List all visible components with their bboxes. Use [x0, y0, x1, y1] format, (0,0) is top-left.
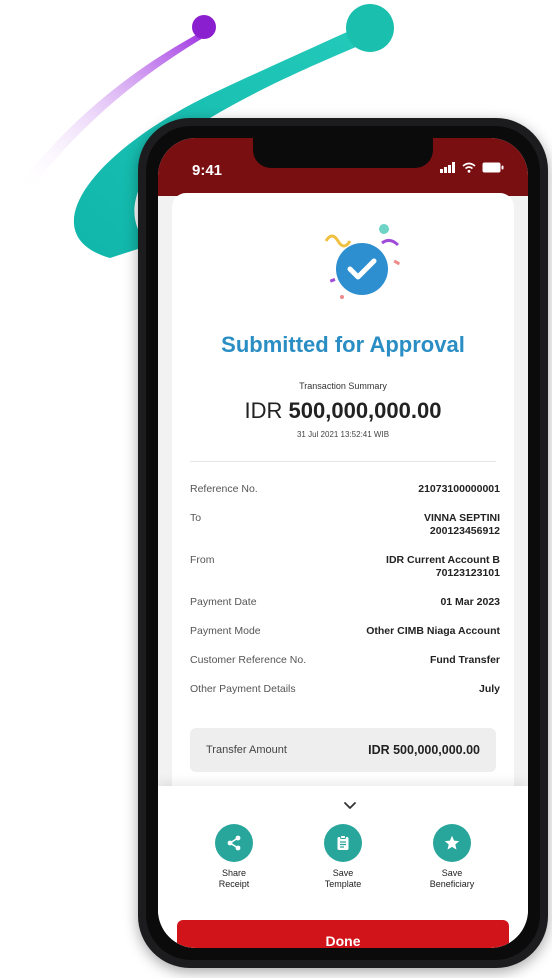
detail-row-reference: Reference No. 21073100000001	[190, 483, 500, 496]
amount-currency: IDR	[244, 398, 283, 423]
detail-row-customer-reference: Customer Reference No. Fund Transfer	[190, 654, 500, 667]
status-bar: 9:41	[158, 138, 528, 196]
share-icon-circle[interactable]	[215, 824, 253, 862]
detail-row-to: To VINNA SEPTINI 200123456912	[190, 512, 500, 538]
wifi-icon	[462, 162, 476, 173]
transaction-datetime: 31 Jul 2021 13:52:41 WIB	[296, 430, 390, 439]
status-title: Submitted for Approval	[221, 332, 465, 357]
action-sheet: Share Receipt Save Template Save Benefic…	[158, 786, 528, 948]
divider	[190, 461, 496, 462]
detail-label: Reference No.	[190, 483, 258, 495]
phone-screen: 9:41 Submitted for Approval Transaction …	[158, 138, 528, 948]
signal-icon	[440, 162, 455, 173]
save-template-label: Save Template	[324, 868, 362, 889]
phone-bezel: 9:41 Submitted for Approval Transaction …	[146, 126, 540, 960]
share-receipt-label: Share Receipt	[218, 868, 250, 889]
detail-rows: Reference No. 21073100000001 To VINNA SE…	[190, 483, 500, 712]
detail-value: Fund Transfer	[429, 654, 500, 666]
detail-label: Customer Reference No.	[190, 654, 307, 666]
save-beneficiary-label: Save Beneficiary	[429, 868, 475, 889]
status-time: 9:41	[192, 162, 223, 179]
detail-row-from: From IDR Current Account B 70123123101	[190, 554, 500, 580]
share-receipt-button[interactable]: Share Receipt	[198, 824, 270, 890]
receipt-card: Submitted for Approval Transaction Summa…	[172, 193, 514, 793]
detail-value: 01 Mar 2023	[440, 596, 500, 608]
amount-value: 500,000,000.00	[288, 398, 442, 423]
detail-value: 21073100000001	[418, 483, 500, 495]
detail-row-payment-date: Payment Date 01 Mar 2023	[190, 596, 500, 609]
detail-value: IDR Current Account B 70123123101	[386, 554, 500, 579]
transfer-amount-label: Transfer Amount	[206, 744, 287, 756]
teal-dot	[346, 4, 394, 52]
chevron-down-icon[interactable]	[342, 798, 358, 814]
clipboard-icon-circle[interactable]	[324, 824, 362, 862]
purple-dot	[192, 15, 216, 39]
star-icon	[444, 835, 460, 850]
detail-value: July	[478, 683, 500, 695]
success-check-icon	[324, 224, 401, 299]
save-beneficiary-button[interactable]: Save Beneficiary	[416, 824, 488, 890]
notch	[253, 138, 433, 168]
star-icon-circle[interactable]	[433, 824, 471, 862]
transaction-amount: IDR 500,000,000.00	[172, 398, 514, 424]
action-buttons: Share Receipt Save Template Save Benefic…	[198, 824, 488, 890]
detail-label: Other Payment Details	[190, 683, 296, 695]
summary-label: Transaction Summary	[299, 381, 387, 391]
done-button[interactable]: Done	[177, 920, 509, 948]
status-icons	[440, 162, 504, 173]
save-template-button[interactable]: Save Template	[307, 824, 379, 890]
detail-label: Payment Date	[190, 596, 257, 608]
detail-label: To	[190, 512, 202, 524]
detail-value: VINNA SEPTINI 200123456912	[423, 512, 500, 537]
detail-label: Payment Mode	[190, 625, 261, 637]
transfer-amount-box: Transfer Amount IDR 500,000,000.00	[190, 728, 496, 772]
battery-icon	[482, 162, 504, 173]
share-icon	[227, 835, 241, 851]
detail-row-payment-mode: Payment Mode Other CIMB Niaga Account	[190, 625, 500, 638]
clipboard-icon	[337, 835, 349, 850]
phone-frame: 9:41 Submitted for Approval Transaction …	[138, 118, 548, 968]
transfer-amount-value: IDR 500,000,000.00	[368, 743, 480, 757]
detail-row-other-details: Other Payment Details July	[190, 683, 500, 696]
detail-value: Other CIMB Niaga Account	[366, 625, 500, 637]
detail-label: From	[190, 554, 215, 566]
